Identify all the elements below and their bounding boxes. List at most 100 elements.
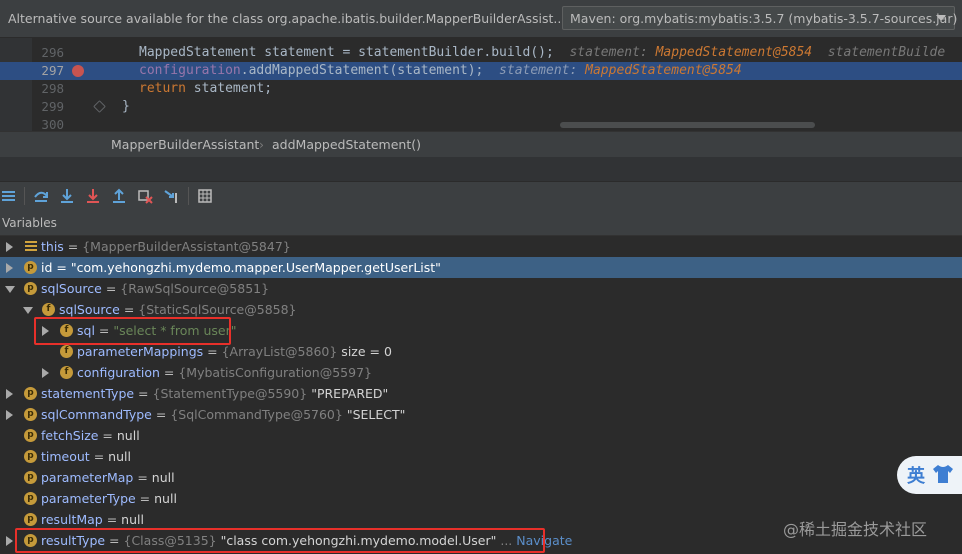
code-line[interactable]: 299 } (0, 98, 962, 116)
variable-name: sqlCommandType (41, 407, 152, 422)
debugger-toolbar (0, 181, 962, 211)
property-badge-icon: p (24, 408, 37, 421)
variable-value: null (154, 491, 177, 506)
variable-row-selected[interactable]: p id = "com.yehongzhi.mydemo.mapper.User… (0, 257, 962, 278)
variable-name: this (41, 239, 64, 254)
highlight-box-sql (34, 317, 231, 345)
collapse-arrow-icon[interactable] (23, 307, 33, 314)
variables-title: Variables (2, 216, 57, 230)
field-badge-icon: f (42, 303, 55, 316)
variable-value: null (151, 470, 175, 485)
property-badge-icon: p (24, 282, 37, 295)
expand-arrow-icon[interactable] (6, 263, 13, 273)
highlight-box-resulttype (15, 528, 545, 553)
line-number: 296 (41, 45, 64, 60)
variable-value: null (116, 428, 140, 443)
property-badge-icon: p (24, 450, 37, 463)
collapse-arrow-icon[interactable] (5, 286, 15, 293)
expand-arrow-icon[interactable] (42, 368, 49, 378)
property-badge-icon: p (24, 261, 37, 274)
breadcrumb-separator: › (259, 137, 264, 152)
property-badge-icon: p (24, 492, 37, 505)
breadcrumb: MapperBuilderAssistant › addMappedStatem… (0, 131, 962, 157)
code-editor[interactable]: 296 MappedStatement statement = statemen… (0, 38, 962, 131)
toolbar-divider (24, 187, 25, 205)
variable-row[interactable]: p sqlCommandType = {SqlCommandType@5760}… (0, 404, 962, 425)
step-out-icon[interactable] (111, 188, 127, 204)
variable-ref: {StatementType@5590} (152, 386, 308, 401)
horizontal-scrollbar[interactable] (560, 122, 815, 128)
chevron-down-icon (936, 15, 946, 21)
object-icon (25, 241, 37, 252)
expand-arrow-icon[interactable] (6, 389, 13, 399)
translate-widget[interactable]: 英 (897, 456, 962, 494)
variable-row[interactable]: p parameterMap = null (0, 467, 962, 488)
toolbar-divider (188, 187, 189, 205)
line-number: 298 (41, 81, 64, 96)
line-number: 297 (41, 63, 64, 78)
menu-icon[interactable] (1, 188, 17, 204)
variable-value: "com.yehongzhi.mydemo.mapper.UserMapper.… (70, 260, 441, 275)
variables-panel-header: Variables (0, 210, 962, 236)
variable-name: timeout (41, 449, 90, 464)
property-badge-icon: p (24, 387, 37, 400)
variable-ref: {MapperBuilderAssistant@5847} (82, 239, 291, 254)
variable-ref: {ArrayList@5860} (221, 344, 338, 359)
force-step-into-icon[interactable] (85, 188, 101, 204)
panel-splitter[interactable] (0, 157, 962, 181)
variable-name: resultMap (41, 512, 103, 527)
step-into-icon[interactable] (59, 188, 75, 204)
code-text: } (122, 99, 130, 114)
run-to-cursor-icon[interactable] (163, 188, 179, 204)
expand-arrow-icon[interactable] (6, 242, 13, 252)
current-execution-line[interactable]: 297 configuration.addMappedStatement(sta… (0, 62, 962, 80)
breadcrumb-class[interactable]: MapperBuilderAssistant (111, 137, 259, 152)
variable-ref: {SqlCommandType@5760} (170, 407, 343, 422)
variable-ref: {MybatisConfiguration@5597} (178, 365, 372, 380)
watermark: @稀土掘金技术社区 (783, 520, 928, 539)
code-line[interactable]: 300 (0, 116, 962, 131)
variable-row[interactable]: p fetchSize = null (0, 425, 962, 446)
translate-widget-label: 英 (907, 466, 925, 487)
code-line[interactable]: 298 return statement; (0, 80, 962, 98)
variable-name: configuration (77, 365, 160, 380)
source-select-value: Maven: org.mybatis:mybatis:3.5.7 (mybati… (570, 11, 958, 26)
field-badge-icon: f (60, 366, 73, 379)
breadcrumb-method[interactable]: addMappedStatement() (272, 137, 421, 152)
variable-row[interactable]: p sqlSource = {RawSqlSource@5851} (0, 278, 962, 299)
property-badge-icon: p (24, 471, 37, 484)
field-badge-icon: f (60, 345, 73, 358)
property-badge-icon: p (24, 429, 37, 442)
line-number: 300 (41, 117, 64, 131)
variable-value: null (121, 512, 144, 527)
variable-name: sqlSource (41, 281, 102, 296)
expand-arrow-icon[interactable] (6, 410, 13, 420)
variable-row[interactable]: p parameterType = null (0, 488, 962, 509)
alternative-source-banner: Alternative source available for the cla… (0, 0, 962, 38)
property-badge-icon: p (24, 513, 37, 526)
code-text: MappedStatement statement = statementBui… (139, 45, 946, 60)
variable-row[interactable]: this = {MapperBuilderAssistant@5847} (0, 236, 962, 257)
variable-row[interactable]: f configuration = {MybatisConfiguration@… (0, 362, 962, 383)
code-line[interactable]: 296 MappedStatement statement = statemen… (0, 44, 962, 62)
breakpoint-icon[interactable] (72, 65, 84, 77)
code-text: configuration.addMappedStatement(stateme… (139, 63, 742, 78)
code-text: return statement; (139, 81, 273, 96)
variable-name: fetchSize (41, 428, 99, 443)
variable-value: null (108, 449, 131, 464)
variable-name: sqlSource (59, 302, 120, 317)
variables-tree[interactable]: this = {MapperBuilderAssistant@5847} p i… (0, 236, 962, 554)
evaluate-expression-icon[interactable] (197, 188, 213, 204)
expand-arrow-icon[interactable] (6, 536, 13, 546)
variable-value: size = 0 (337, 344, 392, 359)
line-number: 299 (41, 99, 64, 114)
banner-message: Alternative source available for the cla… (8, 11, 566, 26)
variable-name: statementType (41, 386, 135, 401)
variable-ref: {RawSqlSource@5851} (120, 281, 270, 296)
variable-name: parameterMappings (77, 344, 204, 359)
drop-frame-icon[interactable] (137, 188, 153, 204)
variable-row[interactable]: p timeout = null (0, 446, 962, 467)
variable-row[interactable]: p statementType = {StatementType@5590} "… (0, 383, 962, 404)
step-over-icon[interactable] (33, 188, 49, 204)
source-select[interactable]: Maven: org.mybatis:mybatis:3.5.7 (mybati… (562, 6, 958, 30)
